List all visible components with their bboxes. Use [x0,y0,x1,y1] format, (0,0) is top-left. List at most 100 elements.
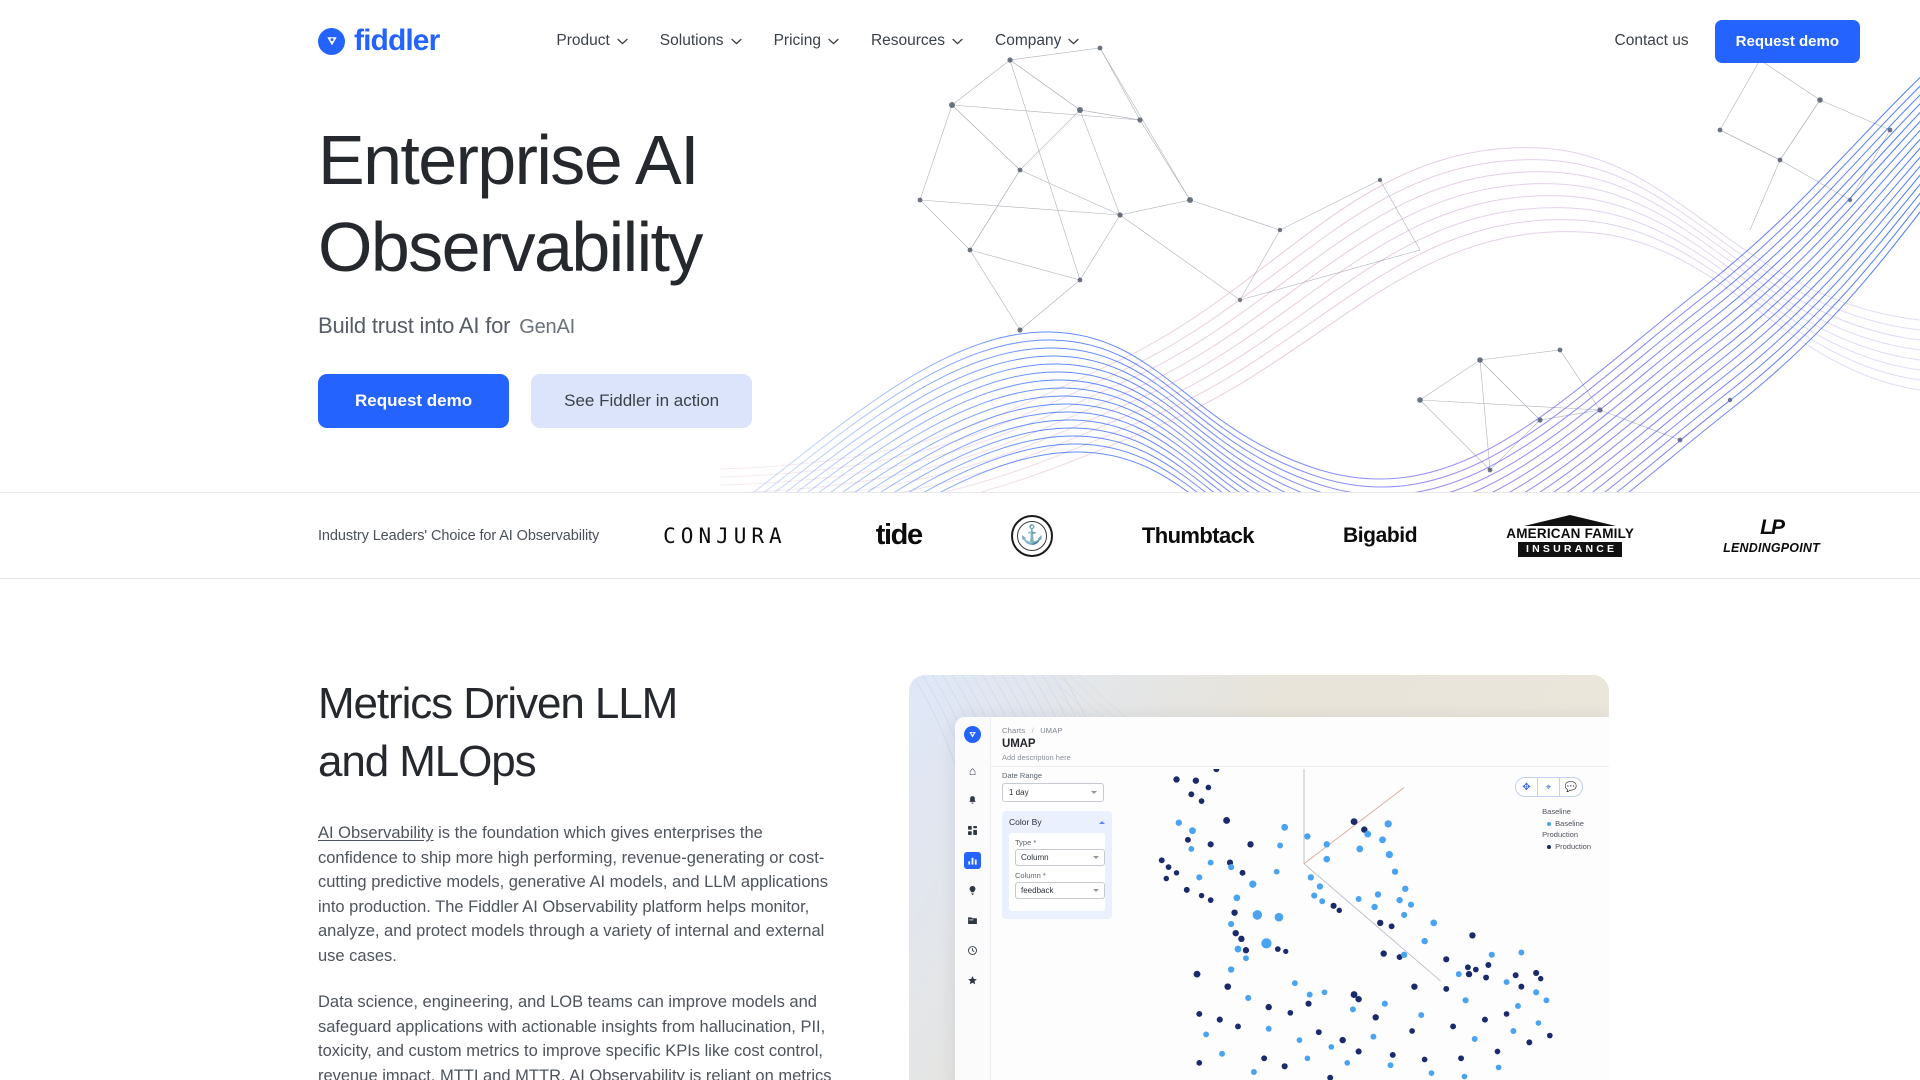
fiddler-logo-icon [318,27,345,55]
plot-legend: Baseline Baseline Production Production [1542,807,1591,853]
column-value: feedback [1021,886,1054,895]
color-by-fields: Type * Column Column * feedback [1009,833,1105,911]
logo-tide-text: tide [875,519,923,551]
chevron-down-icon [1093,856,1099,859]
amfam-line-1: AMERICAN FAMILY [1506,525,1635,541]
hero-title-line-1: Enterprise AI [318,121,700,199]
ai-observability-link[interactable]: AI Observability [318,824,434,842]
logo-strip-logos: CONJURA tide ⚓ Thumbtack Bigabid AMERICA… [643,514,1860,558]
chevron-down-icon [730,38,742,45]
request-demo-hero-button[interactable]: Request demo [318,374,510,428]
app-page-title: UMAP [1002,738,1036,750]
contact-us-link[interactable]: Contact us [1615,32,1689,50]
chevron-down-icon [1068,38,1080,45]
lightbulb-icon[interactable] [964,882,981,899]
page-title: Enterprise AI Observability [318,117,878,291]
brand-name: fiddler [354,24,440,57]
logo-thumbtack-text: Thumbtack [1141,522,1255,548]
nav-item-label: Solutions [659,32,724,49]
chevron-down-icon [1091,791,1097,794]
hero-subtitle-static: Build trust into AI for [318,313,511,338]
metrics-body: AI Observability is the foundation which… [318,821,833,1080]
column-select[interactable]: feedback [1015,882,1105,899]
metrics-heading-line-2: and MLOps [318,737,537,786]
us-navy-seal-icon: ⚓ [1010,514,1053,557]
nav-item-product[interactable]: Product [556,32,628,50]
logo-conjura: CONJURA [663,514,787,558]
legend-group-baseline: Baseline [1542,807,1571,816]
type-label: Type * [1015,838,1037,847]
chevron-up-icon [1099,820,1105,824]
customer-logo-strip: Industry Leaders' Choice for AI Observab… [0,492,1920,579]
umap-scatter-plot[interactable]: ✥ ⌖ 💬 Baseline Baseline Production Produ… [1131,769,1609,1080]
metrics-heading: Metrics Driven LLM and MLOps [318,675,833,791]
breadcrumb-root[interactable]: Charts [1002,726,1025,735]
color-by-label: Color By [1009,817,1042,827]
legend-dot-icon [1547,822,1552,827]
nav-actions: Contact us Request demo [1615,19,1860,63]
chevron-down-icon [828,38,839,45]
legend-dot-icon [1547,845,1552,850]
scatter-canvas [1158,769,1553,1080]
fiddler-logo[interactable]: fiddler [318,24,440,57]
metrics-paragraph-1: AI Observability is the foundation which… [318,821,833,968]
nav-item-resources[interactable]: Resources [871,32,963,50]
app-description-placeholder[interactable]: Add description here [1002,753,1609,762]
nav-item-company[interactable]: Company [995,32,1080,50]
clock-history-icon[interactable] [964,942,981,959]
metrics-paragraph-1-rest: is the foundation which gives enterprise… [318,824,828,965]
hero-subtitle-rotating: GenAI [519,316,575,338]
amfam-roof-icon [1524,514,1617,526]
breadcrumb-separator: / [1031,726,1034,735]
logo-strip-label: Industry Leaders' Choice for AI Observab… [318,527,600,544]
hero-section: fiddler Product Solutions Pricing Resour… [0,0,1920,492]
logo-lendingpoint: LP LENDINGPOINT [1723,514,1820,558]
logo-us-navy-seal: ⚓ [1010,514,1053,558]
color-by-panel: Color By Type * Column Column * feedback [1002,811,1112,919]
nav-item-solutions[interactable]: Solutions [660,32,742,50]
type-select[interactable]: Column [1015,849,1105,866]
nav-item-label: Product [556,32,610,49]
chevron-down-icon [952,38,963,45]
chart-bar-icon[interactable] [964,852,981,869]
date-range-value: 1 day [1009,788,1029,797]
metrics-copy: Metrics Driven LLM and MLOps AI Observab… [318,675,833,1080]
logo-thumbtack: Thumbtack [1141,514,1255,558]
logo-conjura-text: CONJURA [663,523,787,548]
star-icon[interactable] [964,972,981,989]
product-screenshot: ⌂ Charts / UMAP UMAP Add description her… [909,675,1609,1080]
amfam-line-2: INSURANCE [1518,542,1623,557]
see-fiddler-in-action-button[interactable]: See Fiddler in action [531,374,753,428]
nav-item-label: Resources [870,32,946,49]
hero-cta-group: Request demo See Fiddler in action [318,374,1920,428]
lasso-icon[interactable]: ⌖ [1538,778,1560,796]
legend-group-production: Production [1542,829,1578,839]
request-demo-nav-button[interactable]: Request demo [1714,19,1860,63]
bell-icon[interactable] [964,792,981,809]
breadcrumb: Charts / UMAP [1002,726,1609,735]
type-value: Column [1021,853,1049,862]
legend-item-label: Production [1555,841,1591,851]
dashboard-grid-icon[interactable] [964,822,981,839]
logo-bigabid: Bigabid [1343,514,1418,558]
color-by-header[interactable]: Color By [1009,817,1105,827]
app-sidebar: ⌂ [955,717,991,1080]
folder-icon[interactable] [964,912,981,929]
home-icon[interactable]: ⌂ [964,762,981,779]
comment-icon[interactable]: 💬 [1560,778,1582,796]
main-navigation: fiddler Product Solutions Pricing Resour… [0,0,1920,82]
fiddler-logo-icon[interactable] [964,726,981,743]
date-range-select[interactable]: 1 day [1002,783,1104,802]
hero-title-line-2: Observability [318,208,703,286]
logo-american-family-insurance: AMERICAN FAMILY INSURANCE [1506,514,1634,558]
logo-tide: tide [875,514,923,558]
legend-item-baseline[interactable]: Baseline [1547,819,1591,830]
move-icon[interactable]: ✥ [1516,778,1538,796]
chevron-down-icon [1093,889,1099,892]
app-header-divider [991,766,1609,767]
nav-item-pricing[interactable]: Pricing [774,32,839,50]
hero-subtitle: Build trust into AI for GenAI [318,313,1920,339]
legend-item-label: Baseline [1555,818,1584,828]
legend-item-production[interactable]: Production [1547,842,1591,853]
chevron-down-icon [617,38,628,45]
